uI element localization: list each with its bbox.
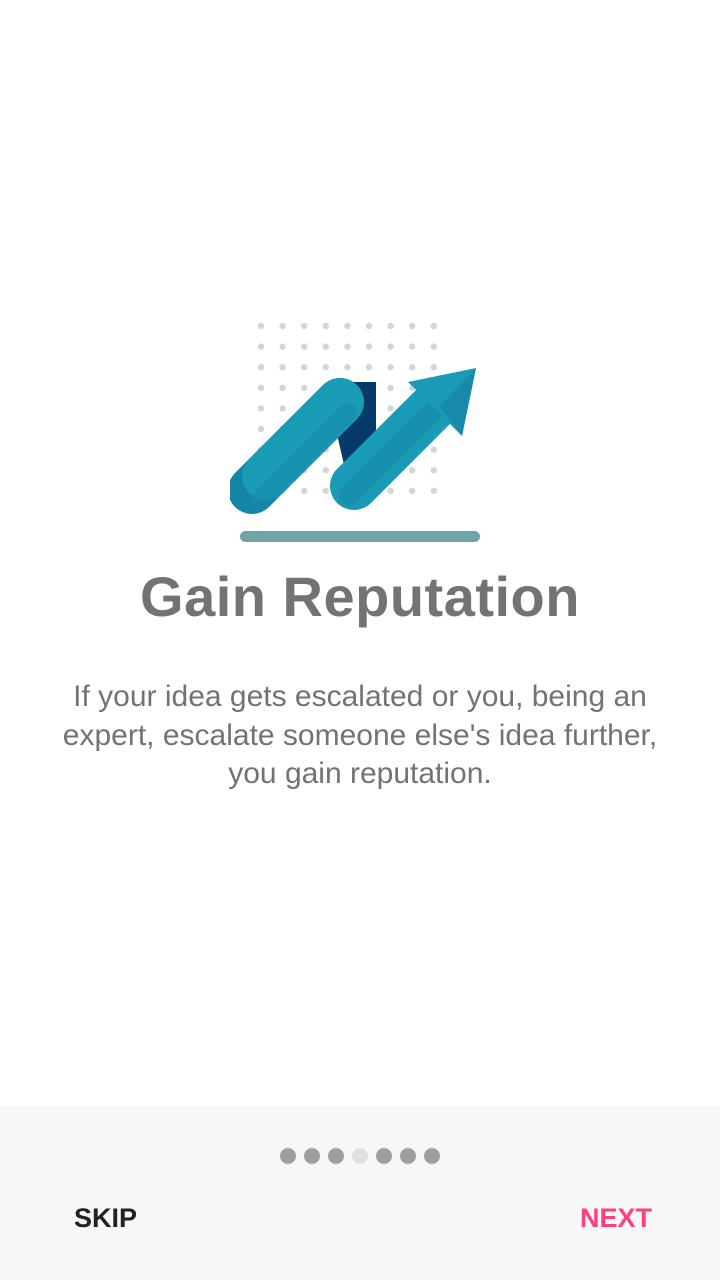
next-button[interactable]: NEXT — [570, 1194, 662, 1242]
page-dot-3[interactable] — [328, 1148, 344, 1164]
page-dot-7[interactable] — [424, 1148, 440, 1164]
page-title: Gain Reputation — [140, 565, 580, 628]
page-description: If your idea gets escalated or you, bein… — [62, 680, 658, 790]
page-indicator — [0, 1148, 720, 1164]
page-dot-2[interactable] — [304, 1148, 320, 1164]
trending-up-arrow-icon — [228, 310, 490, 550]
bottom-bar: SKIP NEXT — [0, 1106, 720, 1280]
page-dot-4[interactable] — [352, 1148, 368, 1164]
page-dot-1[interactable] — [280, 1148, 296, 1164]
skip-button[interactable]: SKIP — [64, 1194, 147, 1242]
page-dot-6[interactable] — [400, 1148, 416, 1164]
onboarding-screen: Gain Reputation If your idea gets escala… — [0, 0, 720, 1280]
page-dot-5[interactable] — [376, 1148, 392, 1164]
